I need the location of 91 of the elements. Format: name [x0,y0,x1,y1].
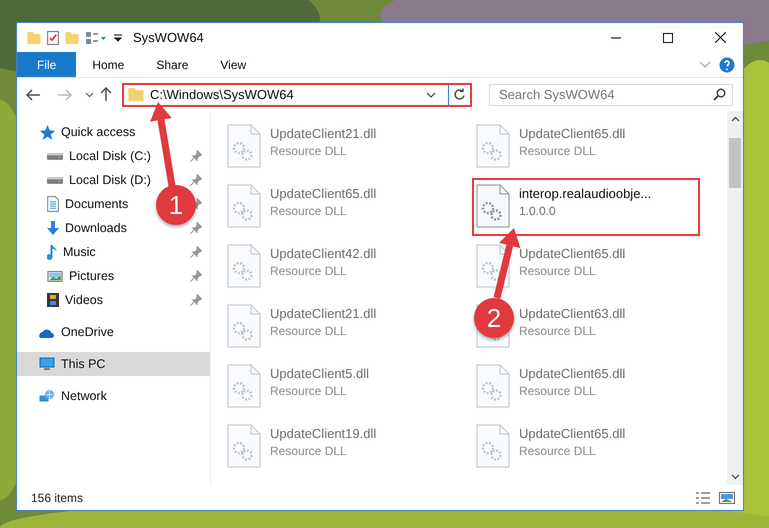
scroll-down-icon [730,474,740,480]
help-icon [719,56,735,72]
pictures-icon [47,270,63,282]
minimize-icon [611,36,621,38]
sidebar-item[interactable]: Downloads [47,218,127,238]
file-type: Resource DLL [270,384,347,398]
sidebar-item[interactable]: Quick access [17,120,210,144]
sidebar-item[interactable]: Pictures [47,266,114,286]
file-name[interactable]: UpdateClient65.dll [519,246,626,261]
scroll-up-icon [730,116,740,122]
sidebar-item[interactable]: Network [17,384,210,408]
folder-icon [128,88,144,101]
settings-file-icon [476,184,510,228]
search-field[interactable]: Search SysWOW64 [489,84,733,106]
thumbnail-icon [719,492,735,504]
chevron-down-icon [699,61,711,68]
drive-icon [47,152,63,160]
file-type: Resource DLL [519,324,596,338]
file-type: Resource DLL [519,444,596,458]
address-bar[interactable]: C:\Windows\SysWOW64 [122,82,472,106]
document-icon [47,196,59,212]
file-name[interactable]: UpdateClient42.dll [270,246,376,261]
settings-file-icon [227,244,261,288]
scrollbar[interactable] [727,111,743,485]
file-type: Resource DLL [270,204,347,218]
sidebar-item[interactable]: Documents [47,194,128,214]
chevron-down-icon [85,92,94,98]
settings-file-icon [227,124,261,168]
sidebar-item[interactable]: OneDrive [17,320,210,344]
file-name[interactable]: UpdateClient63.dll [519,306,626,321]
up-button[interactable] [100,87,112,102]
settings-file-icon [227,184,261,228]
maximize-icon [663,32,673,42]
details-list-icon [695,492,711,504]
back-arrow-icon [25,88,41,100]
star-icon [39,124,55,140]
settings-file-icon [227,424,261,468]
back-button[interactable] [25,88,41,100]
file-type: Resource DLL [519,264,596,278]
close-icon [714,32,726,43]
film-icon [47,293,59,307]
file-name[interactable]: UpdateClient65.dll [519,126,626,141]
checklist-icon [47,30,59,44]
file-name[interactable]: UpdateClient65.dll [519,366,626,381]
file-type: Resource DLL [270,264,347,278]
music-note-icon [47,244,57,260]
window-title: SysWOW64 [133,30,205,45]
file-type: 1.0.0.0 [519,204,556,218]
file-type: Resource DLL [270,444,347,458]
file-name[interactable]: UpdateClient21.dll [270,126,376,141]
dropdown-icon [113,34,123,42]
refresh-icon [453,88,466,101]
scroll-thumb[interactable] [729,138,741,188]
details-view-button[interactable] [695,492,711,504]
up-arrow-icon [100,87,112,102]
settings-file-icon [476,124,510,168]
drive-icon [47,176,63,184]
file-name[interactable]: interop.realaudioobje... [519,186,652,201]
folder-icon [27,32,41,44]
monitor-icon [39,357,55,371]
sidebar-item[interactable]: This PC [17,352,210,376]
file-name[interactable]: UpdateClient5.dll [270,366,370,381]
file-type: Resource DLL [270,144,347,158]
sidebar-item[interactable]: Local Disk (D:) [47,170,151,190]
sidebar-item[interactable]: Videos [47,290,103,310]
settings-file-icon [227,304,261,348]
file-name[interactable]: UpdateClient19.dll [270,426,376,441]
sidebar-item[interactable]: Local Disk (C:) [47,146,151,166]
properties-icon [85,30,107,44]
file-type: Resource DLL [270,324,347,338]
file-name[interactable]: UpdateClient21.dll [270,306,376,321]
forward-arrow-icon [57,88,73,100]
recent-locations-button[interactable] [85,92,94,98]
folder-icon [65,32,79,44]
file-name[interactable]: UpdateClient65.dll [270,186,376,201]
settings-file-icon [476,244,510,288]
search-icon [713,88,726,100]
item-count: 156 items [31,490,84,504]
network-icon [39,390,55,402]
download-icon [47,221,59,235]
settings-file-icon [476,424,510,468]
file-type: Resource DLL [519,144,596,158]
settings-file-icon [227,364,261,408]
cloud-icon [39,326,55,338]
chevron-down-icon [426,92,436,98]
thumbnails-view-button[interactable] [719,492,735,504]
file-tab[interactable]: File [17,52,76,77]
settings-file-icon [476,364,510,408]
file-name[interactable]: UpdateClient65.dll [519,426,626,441]
file-type: Resource DLL [519,384,596,398]
sidebar-item[interactable]: Music [47,242,96,262]
